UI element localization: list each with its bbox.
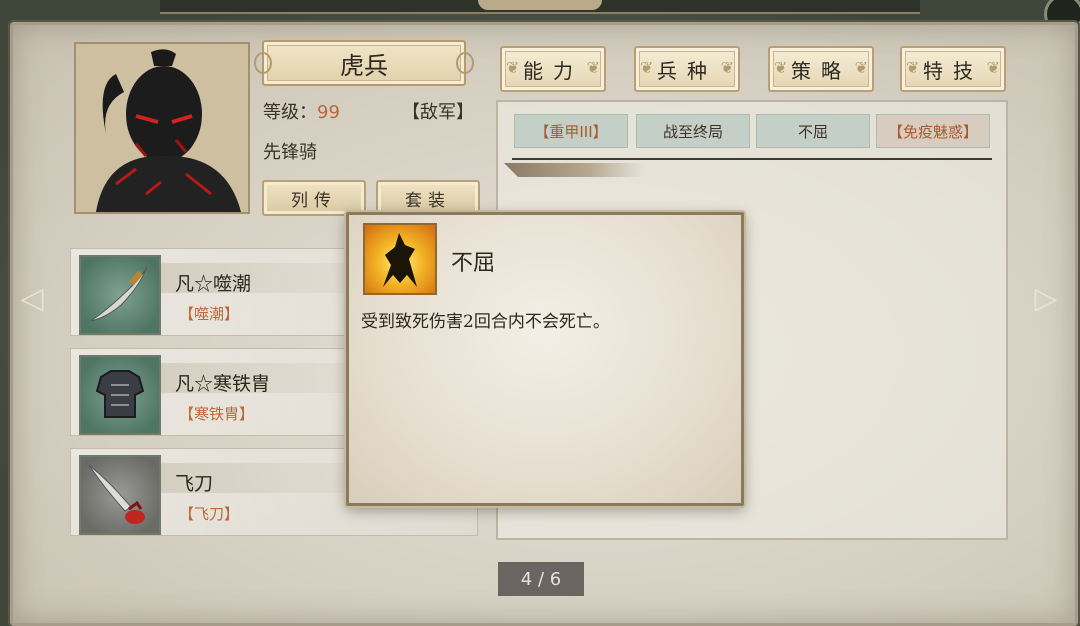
divider-ornament bbox=[504, 163, 644, 177]
equipment-subname: 【噬潮】 bbox=[179, 305, 240, 323]
level-value: 99 bbox=[317, 102, 340, 123]
curved-blade-icon bbox=[79, 255, 161, 335]
equipment-name: 凡☆寒铁胄 bbox=[175, 373, 271, 395]
tab-ability[interactable]: 能力 bbox=[500, 46, 606, 92]
skill-tooltip: 不屈 受到致死伤害2回合内不会死亡。 bbox=[346, 212, 744, 506]
skill-chip-unyielding[interactable]: 不屈 bbox=[756, 114, 870, 148]
unit-portrait bbox=[74, 42, 250, 214]
biography-button[interactable]: 列传 bbox=[262, 180, 366, 216]
equipment-name: 飞刀 bbox=[175, 473, 214, 495]
previous-arrow-icon[interactable]: ◁ bbox=[18, 278, 46, 318]
unit-type-label: 先锋骑 bbox=[263, 142, 317, 163]
tab-strategy[interactable]: 策略 bbox=[768, 46, 874, 92]
equipment-subname: 【寒铁胄】 bbox=[179, 405, 255, 423]
tab-troop-type[interactable]: 兵种 bbox=[634, 46, 740, 92]
top-ornament bbox=[478, 0, 602, 10]
flame-warrior-icon bbox=[363, 223, 437, 295]
set-button[interactable]: 套装 bbox=[376, 180, 480, 216]
tooltip-description: 受到致死伤害2回合内不会死亡。 bbox=[361, 312, 610, 332]
unit-name: 虎兵 bbox=[340, 51, 388, 80]
faction-label: 【敌军】 bbox=[402, 102, 474, 123]
next-arrow-icon[interactable]: ▷ bbox=[1032, 278, 1060, 318]
equipment-subname: 【飞刀】 bbox=[179, 505, 240, 523]
armor-icon bbox=[79, 355, 161, 435]
skill-chip-heavy-armor[interactable]: 【重甲III】 bbox=[514, 114, 628, 148]
throwing-knife-icon bbox=[79, 455, 161, 535]
skill-chip-fight-to-end[interactable]: 战至终局 bbox=[636, 114, 750, 148]
page-indicator: 4 / 6 bbox=[498, 562, 584, 596]
section-divider bbox=[512, 158, 992, 160]
unit-name-plate: 虎兵 bbox=[254, 40, 474, 86]
tab-special-skill[interactable]: 特技 bbox=[900, 46, 1006, 92]
level-label: 等级：99 bbox=[263, 102, 340, 123]
equipment-name: 凡☆噬潮 bbox=[175, 273, 252, 295]
tooltip-title: 不屈 bbox=[451, 251, 496, 276]
skill-chip-immune-charm[interactable]: 【免疫魅惑】 bbox=[876, 114, 990, 148]
